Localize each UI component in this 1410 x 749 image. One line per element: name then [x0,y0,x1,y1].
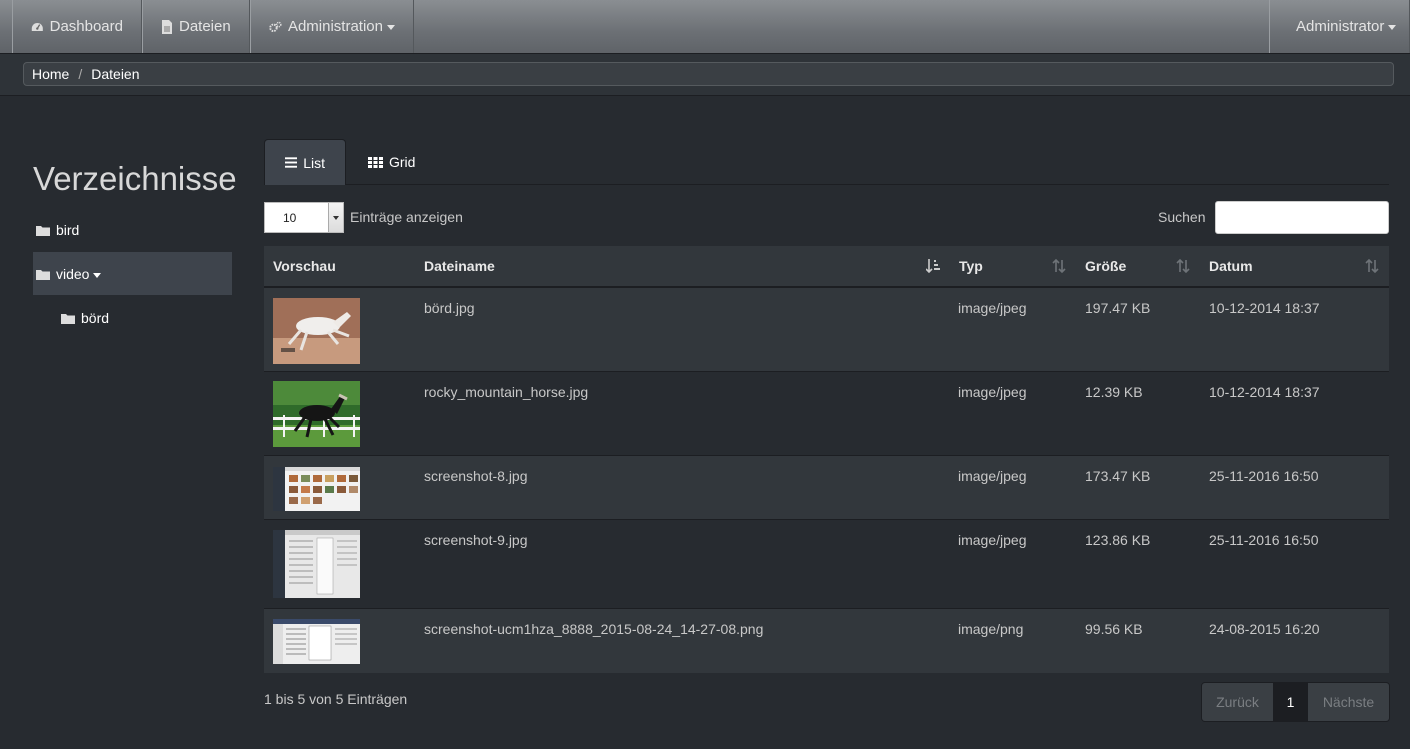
file-date: 25-11-2016 16:50 [1209,468,1319,484]
chevron-down-icon [387,25,395,30]
sidebar-title: Verzeichnisse [33,160,237,197]
file-size: 12.39 KB [1085,384,1143,400]
chevron-down-icon [1388,25,1397,30]
file-date: 10-12-2014 18:37 [1209,384,1320,400]
file-size: 123.86 KB [1085,532,1151,548]
sidebar-item-bord[interactable]: börd [61,310,109,326]
pagination-next-button[interactable]: Nächste [1308,683,1389,721]
table-header: Vorschau Dateiname Typ Größe Datum [264,246,1389,288]
file-size: 99.56 KB [1085,621,1143,637]
pagination-page-button[interactable]: 1 [1273,683,1308,721]
folder-icon [36,269,50,280]
file-size: 173.47 KB [1085,468,1151,484]
table-row[interactable]: rocky_mountain_horse.jpg image/jpeg 12.3… [264,372,1389,456]
file-name[interactable]: screenshot-9.jpg [424,532,528,548]
file-type: image/jpeg [958,384,1027,400]
thumbnail-screenshot[interactable] [273,619,360,664]
file-name[interactable]: rocky_mountain_horse.jpg [424,384,588,400]
sort-both-icon[interactable] [1176,258,1190,274]
thumbnail-white-horse[interactable] [273,298,360,364]
view-tabs: List Grid [264,139,1389,185]
folder-icon [61,313,75,324]
table-info: 1 bis 5 von 5 Einträgen [264,691,408,707]
nav-administration-label: Administration [287,18,383,35]
file-icon [162,19,172,34]
nav-files-label: Dateien [179,18,231,35]
tab-list[interactable]: List [264,139,346,185]
cogs-icon [269,21,282,32]
file-size: 197.47 KB [1085,300,1151,316]
breadcrumb: Home / Dateien [23,62,1394,86]
table-row[interactable]: börd.jpg image/jpeg 197.47 KB 10-12-2014… [264,288,1389,372]
search-label: Suchen [1158,209,1206,225]
file-name[interactable]: screenshot-8.jpg [424,468,528,484]
dashboard-icon [31,22,43,31]
sidebar-item-video[interactable]: video [36,266,102,282]
page-length-select[interactable]: 10 [264,202,344,233]
nav-administration[interactable]: Administration [250,0,414,53]
thumbnail-screenshot[interactable] [273,467,360,511]
table-row[interactable]: screenshot-9.jpg image/jpeg 123.86 KB 25… [264,520,1389,609]
breadcrumb-separator: / [78,66,83,82]
dropdown-arrow-icon[interactable] [328,203,343,232]
grid-icon [368,156,383,168]
list-icon [285,157,298,168]
sort-asc-icon[interactable] [926,258,940,274]
file-date: 24-08-2015 16:20 [1209,621,1320,637]
file-type: image/jpeg [958,532,1027,548]
sidebar-item-label: video [56,266,90,282]
sidebar-item-label: börd [81,310,110,326]
column-name-header[interactable]: Dateiname [424,246,495,286]
thumbnail-screenshot[interactable] [273,530,360,598]
pagination-prev-button[interactable]: Zurück [1202,683,1273,721]
column-size-header[interactable]: Größe [1085,246,1126,286]
file-name[interactable]: börd.jpg [424,300,475,316]
table-row[interactable]: screenshot-8.jpg image/jpeg 173.47 KB 25… [264,456,1389,520]
thumbnail-black-horse[interactable] [273,381,360,447]
column-date-header[interactable]: Datum [1209,246,1253,286]
tab-list-label: List [303,154,325,171]
file-type: image/jpeg [958,300,1027,316]
breadcrumb-home[interactable]: Home [32,66,69,82]
file-type: image/png [958,621,1024,637]
file-type: image/jpeg [958,468,1027,484]
tab-grid-label: Grid [389,154,416,170]
nav-dashboard[interactable]: Dashboard [12,0,142,53]
table-row[interactable]: screenshot-ucm1hza_8888_2015-08-24_14-27… [264,609,1389,673]
sidebar-item-bird[interactable]: bird [36,222,79,238]
tab-grid[interactable]: Grid [348,139,438,185]
file-date: 25-11-2016 16:50 [1209,532,1319,548]
file-date: 10-12-2014 18:37 [1209,300,1320,316]
column-type-header[interactable]: Typ [959,246,983,286]
folder-icon [36,225,50,236]
nav-dashboard-label: Dashboard [49,18,123,35]
search-input[interactable] [1215,201,1389,234]
caret-down-icon [93,272,102,278]
nav-files[interactable]: Dateien [142,0,250,53]
page-length-value: 10 [283,210,297,225]
sidebar-item-label: bird [56,222,80,238]
breadcrumb-current: Dateien [91,66,140,82]
nav-user-label: Administrator [1296,18,1385,35]
pagination: Zurück 1 Nächste [1201,682,1390,722]
column-preview-header: Vorschau [273,258,336,274]
file-name[interactable]: screenshot-ucm1hza_8888_2015-08-24_14-27… [424,621,763,637]
files-table: Vorschau Dateiname Typ Größe Datum börd.… [264,246,1389,673]
sort-both-icon[interactable] [1052,258,1066,274]
nav-user-menu[interactable]: Administrator [1269,0,1410,53]
top-navbar: Dashboard Dateien Administration Adminis… [0,0,1410,54]
page-length-label: Einträge anzeigen [350,209,463,225]
sort-both-icon[interactable] [1365,258,1379,274]
